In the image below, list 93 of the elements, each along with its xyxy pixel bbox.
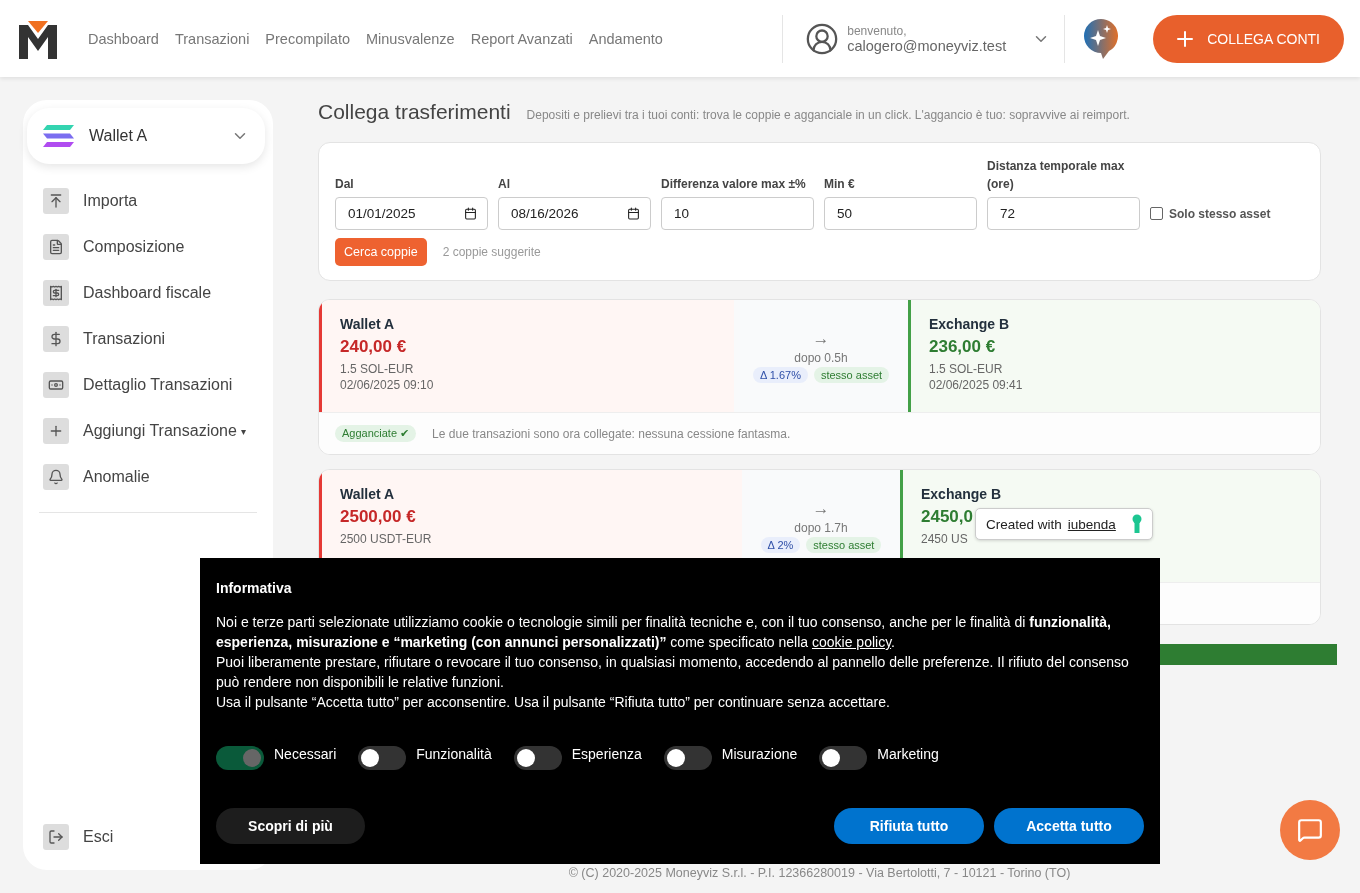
- chat-button[interactable]: [1280, 800, 1340, 860]
- sidebar-item-icon: [43, 418, 69, 444]
- date-text: 02/06/2025 09:41: [929, 378, 1023, 392]
- input-field[interactable]: 10: [661, 197, 814, 230]
- logout-link[interactable]: Esci: [39, 814, 114, 860]
- learn-more-button[interactable]: Scopri di più: [216, 808, 365, 844]
- toggle-switch[interactable]: [513, 746, 562, 770]
- calendar-icon[interactable]: [464, 207, 477, 220]
- sidebar-item[interactable]: Anomalie: [39, 454, 150, 500]
- input-field[interactable]: 72: [987, 197, 1140, 230]
- account-name: Exchange B: [929, 316, 1010, 332]
- nav-link[interactable]: Transazioni: [174, 30, 250, 47]
- sidebar-item-icon: [43, 280, 69, 306]
- sidebar-item-icon: [43, 464, 69, 490]
- sidebar-item-icon: [43, 372, 69, 398]
- page-title: Collega trasferimenti: [318, 100, 511, 124]
- user-avatar-icon[interactable]: [805, 21, 840, 56]
- toggle-label: Misurazione: [721, 746, 798, 762]
- arrow-text: →: [812, 499, 830, 519]
- cookie-notice-text: Noi e terze parti selezionate utilizziamo cookie o tecnologie simili per finalità tecniche e, con il tuo consenso, anche per le finalità di funzionalità, esperienza, misurazione e “marketing (con annunci personalizzati)” come specificato nella cookie policy.: [216, 613, 1112, 652]
- checkbox[interactable]: [1150, 207, 1163, 220]
- date-field[interactable]: 01/01/2025: [335, 197, 488, 230]
- account-name: Wallet A: [340, 316, 395, 332]
- sidebar-item[interactable]: Importa: [39, 178, 138, 224]
- field-label: Al: [498, 176, 511, 193]
- asset-text: 1.5 SOL-EUR: [929, 362, 1003, 376]
- cookie-notice-text: Puoi liberamente prestare, rifiutare o revocare il tuo consenso, in qualsiasi momento, accedendo al pannello delle preferenze. Il rifiuto del consenso può rendere non disponibili le relative funzioni.: [216, 653, 1130, 692]
- field-label: Dal: [335, 176, 355, 193]
- asset-text: 2500 USDT-EUR: [340, 532, 432, 546]
- sidebar-item-icon: [43, 188, 69, 214]
- sparkle-chat-icon[interactable]: [1083, 17, 1120, 60]
- amount: 240,00 €: [340, 337, 407, 357]
- calendar-icon[interactable]: [627, 207, 640, 220]
- chat-icon: [1297, 817, 1323, 843]
- same-asset-badge: stesso asset: [806, 537, 882, 553]
- arrow-text: →: [812, 329, 830, 349]
- time-gap-text: dopo 0.5h: [794, 351, 848, 365]
- nav-link[interactable]: Minusvalenze: [366, 30, 455, 47]
- accept-all-button[interactable]: Accetta tutto: [994, 808, 1144, 844]
- sidebar-item[interactable]: Transazioni: [39, 316, 166, 362]
- checkbox-label: Solo stesso asset: [1169, 206, 1271, 221]
- result-count: 2 coppie suggerite: [442, 245, 541, 259]
- iubenda-link[interactable]: iubenda: [1067, 516, 1116, 532]
- toggle-switch[interactable]: [819, 746, 868, 770]
- keyhole-icon: [1131, 514, 1142, 534]
- sidebar-item[interactable]: Dettaglio Transazioni: [39, 362, 233, 408]
- badge-text: Created with: [986, 516, 1062, 532]
- account-name: Exchange B: [921, 486, 1002, 502]
- logout-icon: [43, 824, 69, 850]
- toggle-switch[interactable]: [216, 746, 264, 770]
- wallet-stripes-icon: [43, 124, 75, 148]
- toggle-label: Esperienza: [571, 746, 642, 762]
- amount: 2450,0: [921, 507, 973, 527]
- delta-badge: Δ 1.67%: [752, 367, 808, 383]
- toggle-label: Funzionalità: [416, 746, 492, 762]
- toggle-label: Necessari: [274, 746, 337, 762]
- nav-link[interactable]: Report Avanzati: [470, 30, 573, 47]
- nav-link[interactable]: Precompilato: [265, 30, 350, 47]
- sidebar-item-icon: [43, 234, 69, 260]
- cookie-notice-text: Usa il pulsante “Accetta tutto” per acconsentire. Usa il pulsante “Rifiuta tutto” per continuare senza accettare.: [216, 693, 891, 712]
- nav-link[interactable]: Dashboard: [88, 30, 159, 47]
- sidebar-item-icon: [43, 326, 69, 352]
- sidebar-item[interactable]: Aggiungi Transazione ▾: [39, 408, 246, 454]
- amount: 2500,00 €: [340, 507, 416, 527]
- date-field[interactable]: 08/16/2026: [498, 197, 651, 230]
- greeting-text: benvenuto,: [847, 23, 908, 38]
- caret-icon: ▾: [240, 425, 246, 437]
- status-message: Le due transazioni sono ora collegate: nessuna cessione fantasma.: [432, 426, 791, 441]
- sidebar-item[interactable]: Dashboard fiscale: [39, 270, 212, 316]
- asset-text: 1.5 SOL-EUR: [340, 362, 414, 376]
- field-label: Differenza valore max ±%: [661, 176, 807, 193]
- banner-title: Informativa: [216, 580, 293, 596]
- wallet-selector[interactable]: Wallet A: [27, 108, 265, 164]
- field-label: Min €: [824, 176, 856, 193]
- same-asset-badge: stesso asset: [813, 367, 890, 383]
- input-field[interactable]: 50: [824, 197, 977, 230]
- user-email[interactable]: calogero@moneyviz.test: [847, 37, 1007, 54]
- date-text: 02/06/2025 09:10: [340, 378, 434, 392]
- asset-text: 2450 US: [921, 532, 968, 546]
- footer-text: © (C) 2020-2025 Moneyviz S.r.l. - P.I. 12366280019 - Via Bertolotti, 7 - 10121 - Torino (TO): [567, 866, 1072, 880]
- sidebar-item[interactable]: Composizione: [39, 224, 185, 270]
- amount: 236,00 €: [929, 337, 996, 357]
- page-subtitle: Depositi e prelievi tra i tuoi conti: trova le coppie e agganciale in un click. L'aggancio è tuo: sopravvive ai reimport.: [526, 108, 1130, 122]
- linked-badge: Agganciate ✔: [335, 425, 417, 442]
- toggle-label: Marketing: [877, 746, 939, 762]
- account-name: Wallet A: [340, 486, 395, 502]
- nav-link[interactable]: Andamento: [588, 30, 663, 47]
- reject-all-button[interactable]: Rifiuta tutto: [834, 808, 984, 844]
- toggle-switch[interactable]: [663, 746, 712, 770]
- time-gap-text: dopo 1.7h: [794, 521, 848, 535]
- toggle-switch[interactable]: [358, 746, 407, 770]
- field-label: Distanza temporale max (ore): [987, 158, 1126, 193]
- delta-badge: Δ 2%: [760, 537, 801, 553]
